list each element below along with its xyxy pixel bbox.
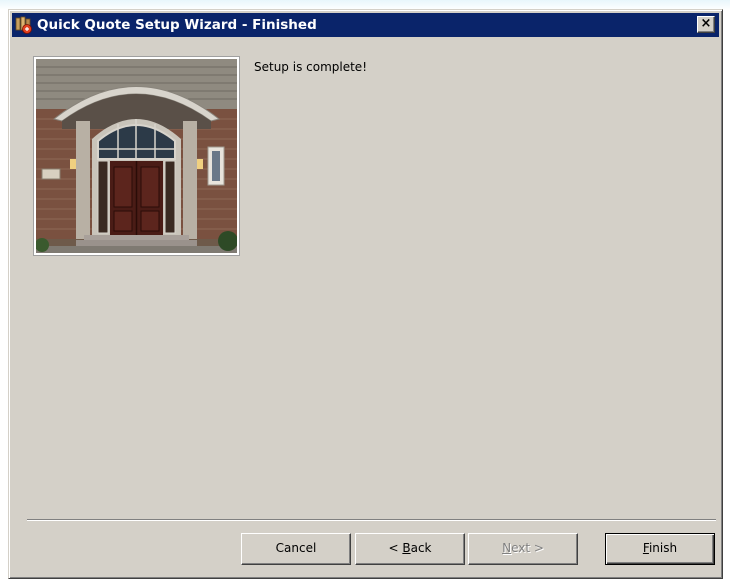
back-button-prefix: < [388, 541, 403, 555]
wizard-app-icon [15, 16, 33, 34]
finish-button[interactable]: Finish [605, 533, 715, 565]
button-separator [27, 519, 716, 521]
cancel-button-label: Cancel [275, 541, 317, 555]
wizard-dialog: Quick Quote Setup Wizard - Finished × Se… [8, 9, 723, 579]
next-button-accel: N [502, 541, 512, 555]
window-title: Quick Quote Setup Wizard - Finished [37, 17, 317, 33]
back-button-accel: B [402, 541, 411, 555]
back-button[interactable]: < Back [355, 533, 465, 565]
cancel-button[interactable]: Cancel [241, 533, 351, 565]
title-bar[interactable]: Quick Quote Setup Wizard - Finished × [12, 13, 719, 37]
front-door-image [36, 59, 237, 253]
close-icon: × [700, 16, 712, 31]
back-button-rest: ack [410, 541, 432, 555]
close-button[interactable]: × [697, 16, 715, 33]
next-button[interactable]: Next > [468, 533, 578, 565]
completion-message: Setup is complete! [254, 60, 368, 74]
front-door-photo [33, 56, 240, 256]
next-button-rest: ext > [511, 541, 544, 555]
finish-button-rest: inish [648, 541, 678, 555]
